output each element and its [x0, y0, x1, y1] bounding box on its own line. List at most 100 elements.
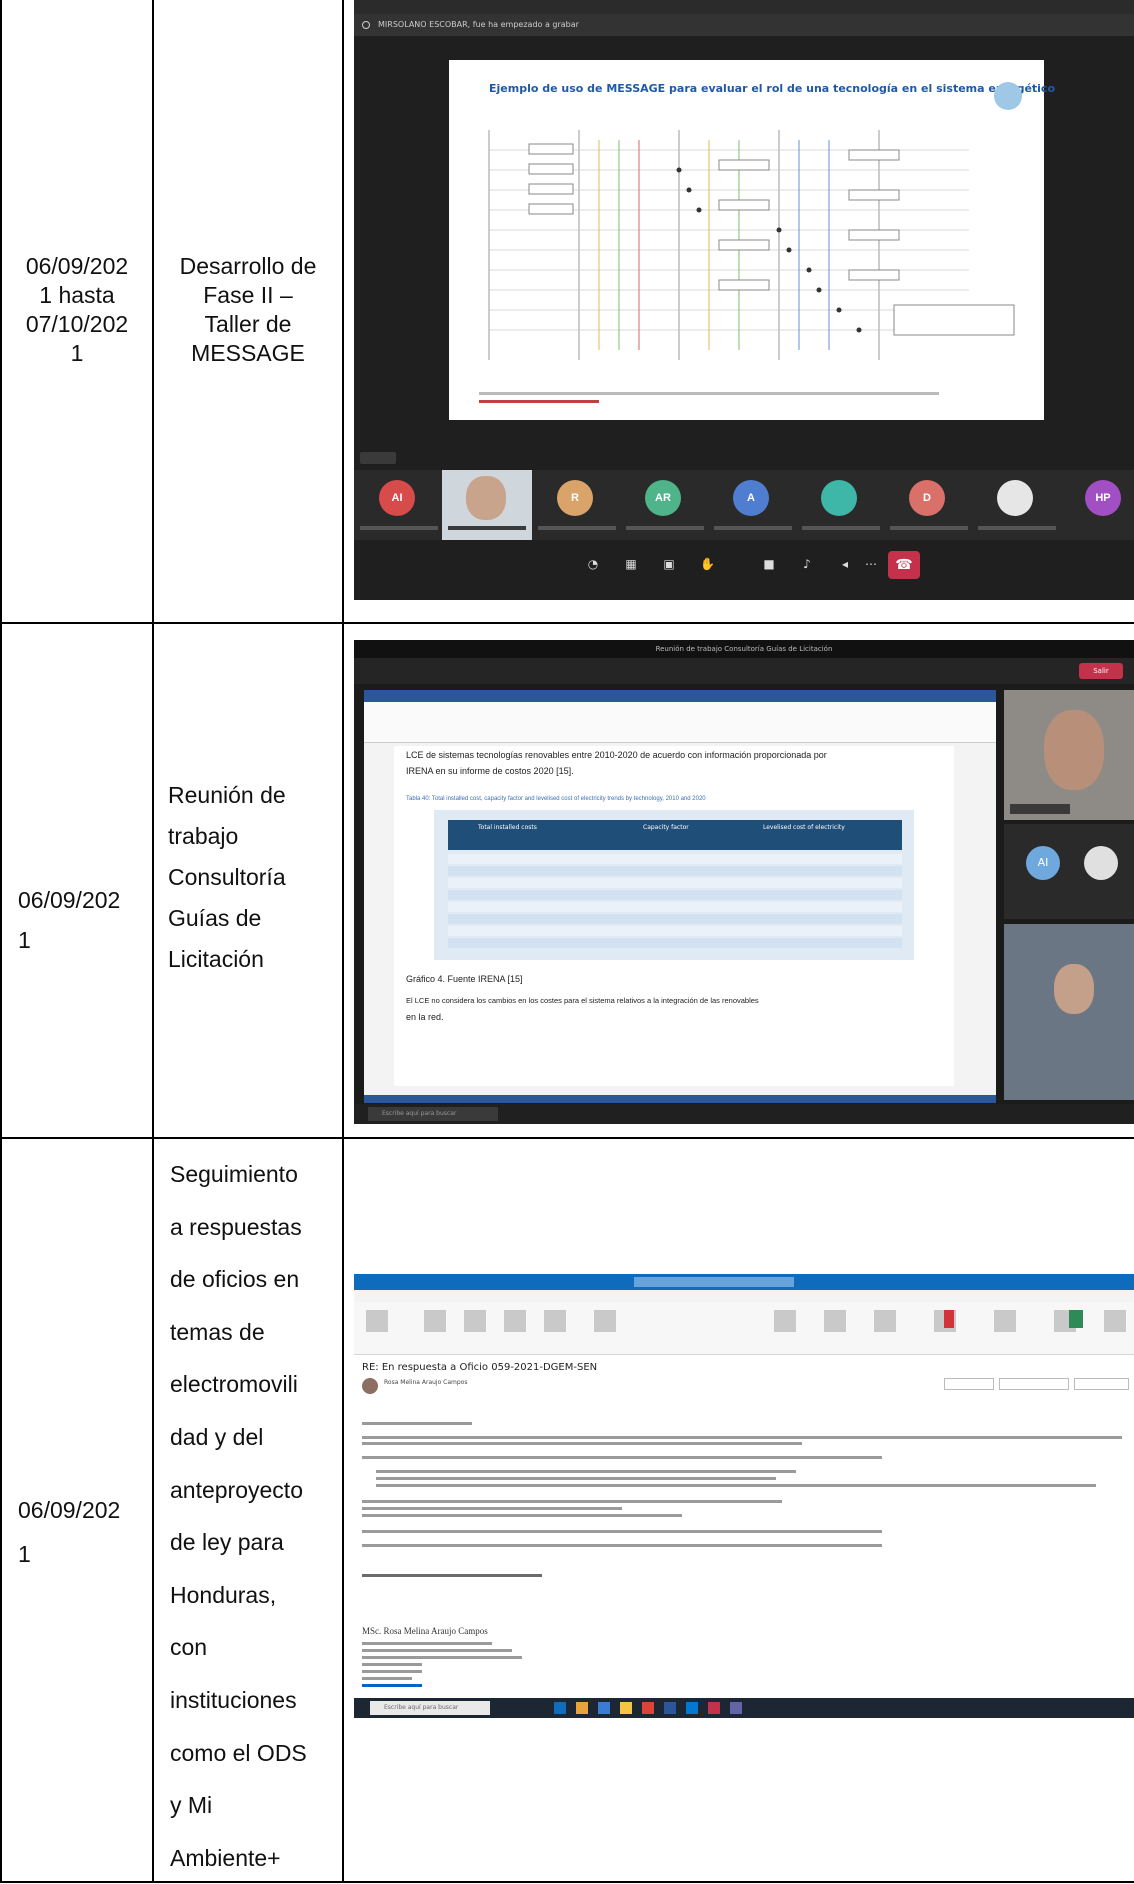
participant-video-face: [1054, 964, 1094, 1014]
video-participant-2[interactable]: [1004, 924, 1134, 1100]
more-options-icon[interactable]: ⋯: [864, 557, 878, 571]
shared-slide: Ejemplo de uso de MESSAGE para evaluar e…: [449, 60, 1055, 420]
word-statusbar: [364, 1095, 996, 1103]
participant-photo-avatar[interactable]: [1084, 846, 1118, 880]
call-controls: ◔ ▦ ▣ ✋ ■ ♪ ◂ ⋯ ☎: [354, 545, 1134, 585]
outlook-search-input[interactable]: [634, 1277, 794, 1287]
body-line: [362, 1456, 882, 1459]
participant-name-bar: [714, 526, 792, 530]
table-row: [448, 866, 902, 876]
body-line: [362, 1544, 882, 1547]
chat-icon[interactable]: ◔: [586, 557, 600, 571]
email-subject: RE: En respuesta a Oficio 059-2021-DGEM-…: [362, 1362, 598, 1373]
record-icon: [362, 21, 370, 29]
grid-line-row2: [0, 1137, 1134, 1139]
participant-name-bar: [626, 526, 704, 530]
windows-taskbar: Escribe aquí para buscar: [354, 1104, 1134, 1124]
doc-line: IRENA en su informe de costos 2020 [15].: [406, 766, 574, 776]
participant-name-bar: [1010, 804, 1070, 814]
participant-tile[interactable]: [972, 470, 1062, 540]
recording-banner: MIRSOLANO ESCOBAR, fue ha empezado a gra…: [354, 14, 1134, 36]
table-row: [448, 854, 902, 864]
leave-button[interactable]: Salir: [1079, 663, 1123, 679]
outlook-ribbon: [354, 1302, 1134, 1355]
reply-all-button[interactable]: [999, 1378, 1069, 1390]
reactions-icon[interactable]: ✋: [700, 557, 715, 571]
body-line: [362, 1422, 472, 1425]
camera-icon[interactable]: ■: [762, 557, 776, 571]
body-line: [362, 1500, 782, 1503]
table-row: [448, 926, 902, 936]
participant-photo-avatar: [997, 480, 1033, 516]
signature-line: [362, 1670, 422, 1673]
video-participant-avatars: AI: [1004, 824, 1134, 919]
taskbar-app-icons: [554, 1702, 742, 1714]
participant-tile[interactable]: D: [884, 470, 974, 540]
table-row: [448, 902, 902, 912]
participant-tile[interactable]: HP: [1060, 470, 1134, 540]
signature-line: [362, 1642, 492, 1645]
people-icon[interactable]: ▦: [624, 557, 638, 571]
video-participant-1[interactable]: [1004, 690, 1134, 820]
table-header-cell: Levelised cost of electricity: [763, 824, 845, 831]
participant-name-bar: [890, 526, 968, 530]
grid-line-row1: [0, 622, 1134, 624]
energy-system-diagram: [479, 130, 1015, 403]
signature-email-link[interactable]: [362, 1684, 422, 1687]
table-row: [448, 878, 902, 888]
teams-toolbar: Salir: [354, 658, 1134, 684]
body-line: [376, 1470, 796, 1473]
row1-activity: Desarrollo de Fase II – Taller de MESSAGE: [179, 253, 317, 366]
participant-avatar[interactable]: AI: [1026, 846, 1060, 880]
speaker-icon[interactable]: ◂: [838, 557, 852, 571]
sender-avatar: [362, 1378, 378, 1394]
table-row: [448, 890, 902, 900]
participant-tile[interactable]: R: [532, 470, 622, 540]
table-header-cell: Capacity factor: [643, 824, 689, 831]
participant-tile[interactable]: AI: [354, 470, 444, 540]
participant-tile[interactable]: AR: [620, 470, 710, 540]
participant-tile[interactable]: [796, 470, 886, 540]
participant-name-bar: [978, 526, 1056, 530]
body-line: [362, 1530, 882, 1533]
participant-tile-video[interactable]: [442, 470, 532, 540]
ribbon-icons: [366, 1310, 1126, 1332]
outlook-ribbon-tabs: [354, 1290, 1134, 1302]
participant-avatar: AI: [379, 480, 415, 516]
participant-avatar: D: [909, 480, 945, 516]
windows-taskbar: Escribe aquí para buscar: [354, 1698, 1134, 1718]
table-caption: Tabla 40: Total installed cost, capacity…: [406, 796, 706, 802]
graph-caption: Gráfico 4. Fuente IRENA [15]: [406, 974, 523, 984]
participant-tile[interactable]: A: [708, 470, 798, 540]
hang-up-button[interactable]: ☎: [888, 551, 920, 579]
participant-video-face: [466, 476, 506, 520]
participant-name-bar: [360, 526, 438, 530]
body-line: [362, 1574, 542, 1577]
share-icon[interactable]: ▣: [662, 557, 676, 571]
body-line: [362, 1442, 802, 1445]
participant-name-bar: [448, 526, 526, 530]
row1-date: 06/09/202 1 hasta 07/10/202 1: [25, 253, 129, 366]
outlook-titlebar: [354, 1274, 1134, 1290]
window-title: Reunión de trabajo Consultoría Guías de …: [354, 640, 1134, 658]
word-titlebar: [364, 690, 996, 702]
microphone-icon[interactable]: ♪: [800, 557, 814, 571]
participant-strip: AI R AR A D HP: [354, 470, 1134, 540]
body-line: [376, 1477, 776, 1480]
reply-button[interactable]: [944, 1378, 994, 1390]
doc-line: en la red.: [406, 1012, 444, 1022]
table-row: [448, 914, 902, 924]
forward-button[interactable]: [1074, 1378, 1129, 1390]
recording-notice: MIRSOLANO ESCOBAR, fue ha empezado a gra…: [378, 20, 579, 29]
row2-activity: Reunión de trabajo Consultoría Guías de Lici…: [168, 782, 286, 972]
participant-avatar: HP: [1085, 480, 1121, 516]
doc-line: El LCE no considera los cambios en los c…: [406, 996, 759, 1005]
cost-table-header: Total installed costs Capacity factor Le…: [448, 820, 902, 850]
word-ribbon: [364, 702, 996, 743]
taskbar-search-input[interactable]: Escribe aquí para buscar: [368, 1107, 498, 1121]
signature-line: [362, 1656, 522, 1659]
hang-up-icon: ☎: [895, 557, 913, 573]
row3-date: 06/09/202 1: [18, 1497, 121, 1567]
doc-line: LCE de sistemas tecnologías renovables e…: [406, 750, 827, 760]
table-row: [448, 938, 902, 948]
